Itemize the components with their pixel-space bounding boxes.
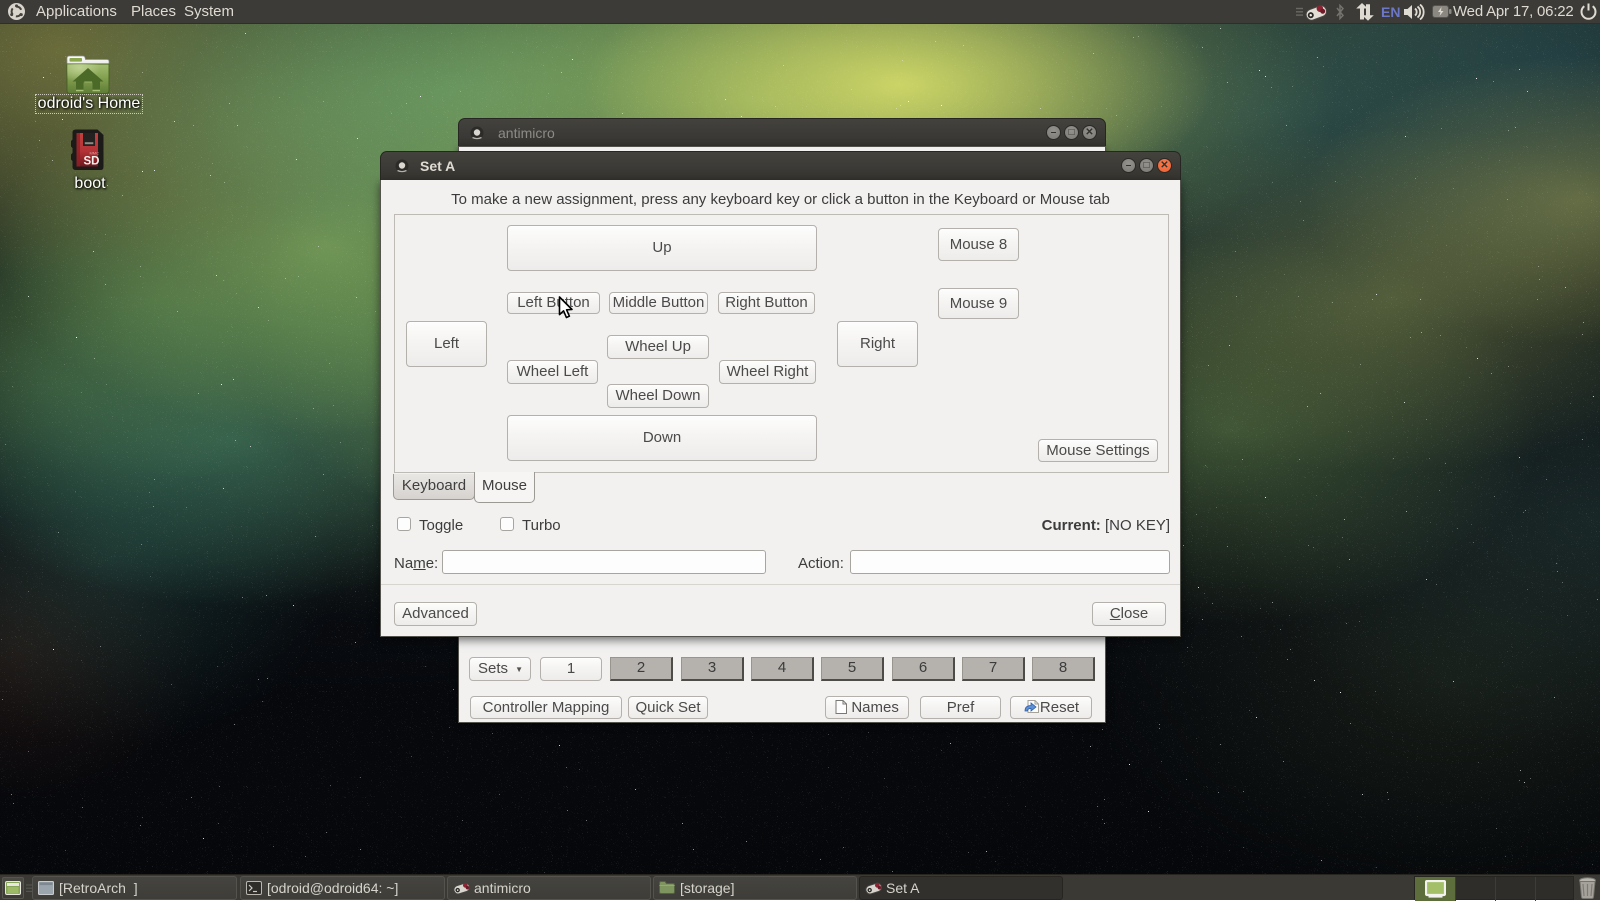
svg-text:SD: SD — [84, 156, 100, 168]
